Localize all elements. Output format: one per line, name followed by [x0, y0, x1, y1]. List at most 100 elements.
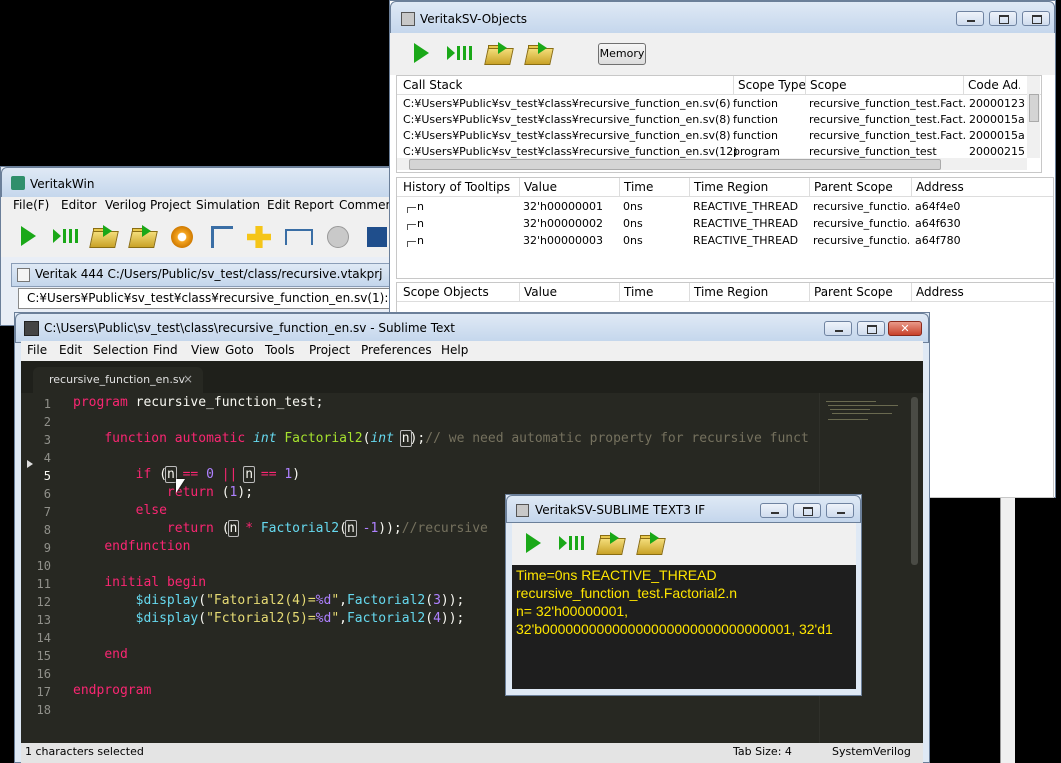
callstack-cell[interactable]: recursive_function_test.Fact...	[809, 97, 965, 110]
objects-minimize-button[interactable]	[956, 11, 984, 26]
status-tab-size[interactable]: Tab Size: 4	[733, 745, 792, 758]
col-call-stack[interactable]: Call Stack	[403, 76, 462, 94]
status-syntax[interactable]: SystemVerilog	[832, 745, 911, 758]
step-icon[interactable]	[53, 226, 79, 246]
callstack-cell[interactable]: program	[733, 145, 780, 158]
sublime-maximize-button[interactable]	[857, 321, 885, 336]
open-folder-icon[interactable]	[596, 532, 626, 555]
sublime-if-titlebar[interactable]: VeritakSV-SUBLIME TEXT3 IF	[506, 495, 861, 523]
history-cell[interactable]: REACTIVE_THREAD	[693, 200, 798, 213]
objects-maximize-button[interactable]	[989, 11, 1017, 26]
callstack-cell[interactable]: C:¥Users¥Public¥sv_test¥class¥recursive_…	[403, 129, 731, 142]
sublime-menu-find[interactable]: Find	[153, 343, 178, 357]
history-cell[interactable]: a64f4e0	[915, 200, 960, 213]
history-cell[interactable]: n	[417, 234, 424, 247]
menu-simulation[interactable]: Simulation	[196, 198, 260, 212]
menu-verilog-project[interactable]: Verilog Project	[105, 198, 191, 212]
callstack-vscrollbar[interactable]	[1027, 76, 1040, 158]
history-cell[interactable]: a64f780	[915, 234, 961, 247]
memory-button[interactable]: Memory	[598, 43, 646, 65]
editor-vscrollbar[interactable]	[911, 397, 918, 565]
col-scope[interactable]: Scope	[805, 76, 847, 94]
open-project-icon[interactable]	[636, 532, 666, 555]
sublime-minimize-button[interactable]	[824, 321, 852, 336]
sublime-if-minimize-button[interactable]	[760, 503, 788, 518]
callstack-cell[interactable]: 2000015a	[969, 129, 1025, 142]
history-cell[interactable]: REACTIVE_THREAD	[693, 234, 798, 247]
sublime-menu-view[interactable]: View	[191, 343, 219, 357]
callstack-hscrollbar[interactable]	[397, 158, 1027, 170]
col-time[interactable]: Time	[619, 283, 653, 301]
menu-edit-report[interactable]: Edit Report	[267, 198, 334, 212]
history-cell[interactable]: recursive_functio...	[813, 200, 909, 213]
col-history[interactable]: History of Tooltips	[403, 178, 510, 196]
col-scope-type[interactable]: Scope Type	[733, 76, 806, 94]
sublime-menu-preferences[interactable]: Preferences	[361, 343, 432, 357]
sublime-menu-goto[interactable]: Goto	[225, 343, 254, 357]
col-time[interactable]: Time	[619, 178, 653, 196]
sublime-if-close-button[interactable]	[826, 503, 854, 518]
history-cell[interactable]: REACTIVE_THREAD	[693, 217, 798, 230]
callstack-cell[interactable]: 20000123	[969, 97, 1025, 110]
history-cell[interactable]: 0ns	[623, 217, 643, 230]
sublime-if-console[interactable]: Time=0ns REACTIVE_THREAD recursive_functi…	[512, 565, 856, 689]
open-folder-icon[interactable]	[89, 225, 119, 248]
menu-file[interactable]: File(F)	[13, 198, 49, 212]
history-cell[interactable]: 32'h00000002	[523, 217, 603, 230]
veritakwin-titlebar[interactable]: VeritakWin	[1, 167, 399, 199]
col-code-address[interactable]: Code Ad...	[963, 76, 1020, 94]
add-module-icon[interactable]	[247, 226, 271, 248]
step-icon[interactable]	[447, 43, 473, 63]
callstack-cell[interactable]: C:¥Users¥Public¥sv_test¥class¥recursive_…	[403, 113, 731, 126]
menu-editor[interactable]: Editor	[61, 198, 97, 212]
history-cell[interactable]: a64f630	[915, 217, 961, 230]
col-parent-scope[interactable]: Parent Scope	[809, 283, 893, 301]
sublime-menu-file[interactable]: File	[27, 343, 47, 357]
objects-titlebar[interactable]: VeritakSV-Objects	[390, 1, 1055, 35]
sublime-titlebar[interactable]: C:\Users\Public\sv_test\class\recursive_…	[15, 313, 929, 343]
history-cell[interactable]: 32'h00000003	[523, 234, 603, 247]
hierarchy-icon[interactable]	[211, 226, 233, 248]
history-cell[interactable]: recursive_functio...	[813, 217, 909, 230]
callstack-cell[interactable]: recursive_function_test	[809, 145, 965, 158]
sublime-menu-tools[interactable]: Tools	[265, 343, 295, 357]
callstack-hscroll-thumb[interactable]	[409, 159, 941, 170]
stop-icon[interactable]	[327, 226, 349, 248]
gear-icon[interactable]	[171, 226, 193, 248]
col-address[interactable]: Address	[911, 283, 976, 301]
callstack-cell[interactable]: function	[733, 113, 778, 126]
col-value[interactable]: Value	[519, 283, 557, 301]
project-subwindow-titlebar[interactable]: Veritak 444 C:/Users/Public/sv_test/clas…	[11, 263, 403, 287]
run-icon[interactable]	[414, 43, 429, 63]
open-project-icon[interactable]	[128, 225, 158, 248]
callstack-cell[interactable]: function	[733, 129, 778, 142]
callstack-cell[interactable]: 2000015a	[969, 113, 1025, 126]
col-time-region[interactable]: Time Region	[689, 178, 768, 196]
sublime-if-maximize-button[interactable]	[793, 503, 821, 518]
tab-recursive-function[interactable]: recursive_function_en.sv ×	[33, 367, 203, 393]
col-scope-objects[interactable]: Scope Objects	[403, 283, 489, 301]
callstack-cell[interactable]: C:¥Users¥Public¥sv_test¥class¥recursive_…	[403, 145, 738, 158]
step-icon[interactable]	[559, 533, 585, 553]
save-icon[interactable]	[367, 227, 387, 247]
open-project-icon[interactable]	[524, 42, 554, 65]
history-cell[interactable]: 0ns	[623, 234, 643, 247]
col-value[interactable]: Value	[519, 178, 557, 196]
callstack-cell[interactable]: C:¥Users¥Public¥sv_test¥class¥recursive_…	[403, 97, 731, 110]
open-folder-icon[interactable]	[484, 42, 514, 65]
fold-marker-icon[interactable]	[27, 460, 33, 468]
callstack-cell[interactable]: recursive_function_test.Fact...	[809, 113, 965, 126]
history-cell[interactable]: 32'h00000001	[523, 200, 603, 213]
tab-close-icon[interactable]: ×	[183, 372, 193, 386]
waveform-icon[interactable]	[285, 229, 313, 245]
col-address[interactable]: Address	[911, 178, 976, 196]
callstack-vscroll-thumb[interactable]	[1029, 94, 1039, 122]
location-field[interactable]: C:¥Users¥Public¥sv_test¥class¥recursive_…	[18, 288, 415, 309]
objects-restore-button[interactable]	[1022, 11, 1050, 26]
sublime-menu-edit[interactable]: Edit	[59, 343, 82, 357]
sublime-menu-project[interactable]: Project	[309, 343, 350, 357]
history-cell[interactable]: recursive_functio...	[813, 234, 909, 247]
history-cell[interactable]: 0ns	[623, 200, 643, 213]
callstack-cell[interactable]: 20000215	[969, 145, 1025, 158]
run-icon[interactable]	[21, 226, 36, 246]
